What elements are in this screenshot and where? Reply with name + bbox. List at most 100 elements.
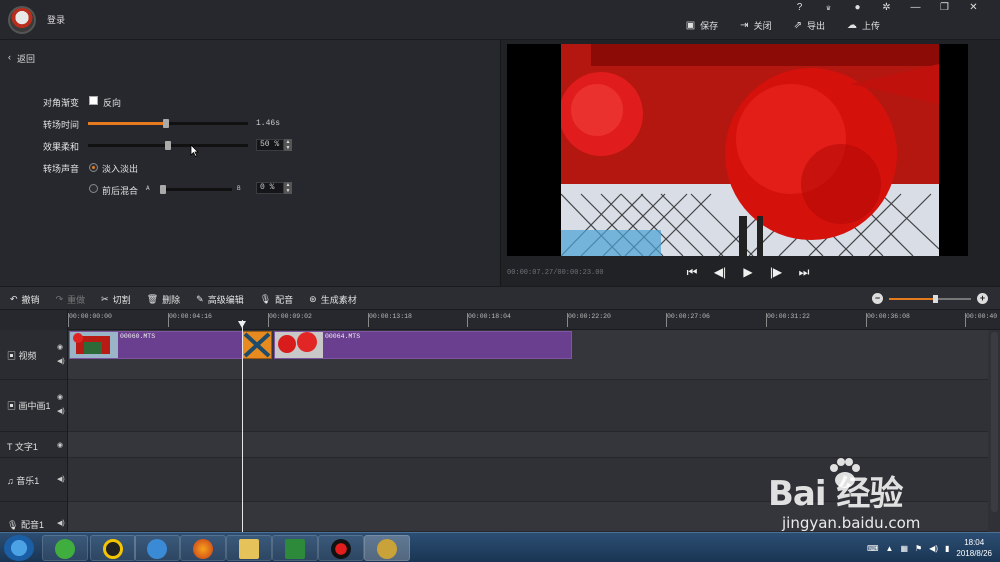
music-lane[interactable] xyxy=(68,458,988,502)
prev-frame-icon[interactable]: ◀| xyxy=(713,265,727,280)
diagonal-fade-label: 对角渐变 xyxy=(43,98,80,108)
trash-icon: 🗑 xyxy=(146,294,159,304)
eye-icon[interactable]: ◉ xyxy=(57,343,63,351)
softness-input[interactable]: 50 % xyxy=(256,139,284,151)
network-icon[interactable]: ▦ xyxy=(900,544,908,553)
track-dub[interactable]: 🎙 配音1 ◀) xyxy=(0,502,68,532)
taskbar-app[interactable] xyxy=(180,535,226,561)
save-button[interactable]: ▣ 保存 xyxy=(686,19,718,32)
track-video[interactable]: ▣ 视频 ◉ ◀) xyxy=(0,330,68,380)
minimize-icon[interactable]: — xyxy=(901,2,930,16)
video-clip-1[interactable]: 00060.MTS xyxy=(69,331,243,359)
ruler-tick: 00:00:04:16 xyxy=(168,313,212,327)
dub-lane[interactable] xyxy=(68,502,988,532)
skip-start-icon[interactable]: ⏮ xyxy=(685,265,699,280)
video-editor-app: 登录 ? ♛ ● ✲ — ❐ ✕ ▣ 保存 ⇥ 关闭 ⇗ 导出 ☁ 上传 ‹ 返… xyxy=(0,0,1000,562)
app-icon xyxy=(55,539,75,559)
mix-input[interactable]: 0 % xyxy=(256,182,284,194)
start-button[interactable] xyxy=(4,535,34,561)
zoom-thumb[interactable] xyxy=(933,294,938,303)
video-clip-2[interactable]: 00064.MTS xyxy=(274,331,572,359)
taskbar-clock[interactable]: 18:04 2018/8/26 xyxy=(956,537,992,559)
pencil-icon: ✎ xyxy=(196,294,204,304)
skip-end-icon[interactable]: ⏭ xyxy=(797,265,811,280)
film-reel-icon: ⊛ xyxy=(309,294,317,304)
softness-spinner[interactable]: ▲ ▼ xyxy=(284,139,292,151)
undo-icon: ↶ xyxy=(10,294,18,304)
transition-time-thumb[interactable] xyxy=(163,119,169,128)
help-icon[interactable]: ? xyxy=(785,2,814,16)
eye-icon[interactable]: ◉ xyxy=(57,441,63,449)
arrow-up-icon[interactable]: ▲ xyxy=(886,544,894,553)
upload-icon: ☁ xyxy=(846,20,857,31)
redo-button[interactable]: ↷ 重做 xyxy=(56,293,86,306)
bell-icon[interactable]: ● xyxy=(843,2,872,16)
speaker-icon[interactable]: ◀) xyxy=(57,475,65,483)
playhead[interactable] xyxy=(242,320,243,532)
mix-radio[interactable] xyxy=(89,184,98,193)
speaker-icon[interactable]: ◀) xyxy=(57,357,65,365)
gear-icon[interactable]: ✲ xyxy=(872,2,901,16)
taskbar-app[interactable] xyxy=(226,535,272,561)
softness-slider[interactable] xyxy=(88,141,248,150)
play-icon[interactable]: ▶ xyxy=(741,265,755,280)
keyboard-icon[interactable]: ⌨ xyxy=(867,544,879,553)
playhead-handle[interactable] xyxy=(238,321,246,328)
transition-time-slider[interactable] xyxy=(88,119,248,128)
mix-thumb[interactable] xyxy=(160,185,166,194)
volume-icon[interactable]: ◀) xyxy=(929,544,938,553)
login-link[interactable]: 登录 xyxy=(47,13,65,26)
export-label: 导出 xyxy=(806,21,825,31)
close-icon[interactable]: ✕ xyxy=(959,2,988,16)
delete-button[interactable]: 🗑 删除 xyxy=(147,293,180,306)
dub-button[interactable]: 🎙 配音 xyxy=(260,293,293,306)
close-project-button[interactable]: ⇥ 关闭 xyxy=(740,19,771,32)
clip-name: 00060.MTS xyxy=(120,333,156,340)
taskbar-app-active[interactable] xyxy=(364,535,410,561)
generate-label: 生成素材 xyxy=(320,295,357,305)
track-music[interactable]: ♫ 音乐1 ◀) xyxy=(0,458,68,502)
video-preview-screen[interactable] xyxy=(507,44,968,256)
taskbar-app[interactable] xyxy=(134,535,180,561)
time-ruler[interactable]: 00:00:00:00 00:00:04:16 00:00:09:02 00:0… xyxy=(68,310,1000,330)
zoom-in-icon[interactable]: + xyxy=(977,293,988,304)
taskbar-app[interactable] xyxy=(42,535,88,561)
cut-button[interactable]: ✂ 切割 xyxy=(101,293,131,306)
upload-button[interactable]: ☁ 上传 xyxy=(847,19,880,32)
track-pip[interactable]: ▣ 画中画1 ◉ ◀) xyxy=(0,380,68,432)
transition-marker[interactable] xyxy=(242,331,272,359)
transition-time-label: 转场时间 xyxy=(43,120,80,130)
reverse-checkbox[interactable] xyxy=(89,96,98,105)
video-lane[interactable]: 00060.MTS 00064.MTS xyxy=(68,330,988,380)
flag-icon[interactable]: ⚑ xyxy=(915,544,922,553)
generate-material-button[interactable]: ⊛ 生成素材 xyxy=(309,293,357,306)
taskbar-app[interactable] xyxy=(90,535,136,561)
taskbar-app[interactable] xyxy=(272,535,318,561)
text-lane[interactable] xyxy=(68,432,988,458)
eye-icon[interactable]: ◉ xyxy=(57,393,63,401)
next-frame-icon[interactable]: |▶ xyxy=(769,265,783,280)
signal-icon[interactable]: ▮ xyxy=(945,544,949,553)
ruler-tick: 00:00:36:08 xyxy=(866,313,910,327)
pip-lane[interactable] xyxy=(68,380,988,432)
firefox-icon xyxy=(193,539,213,559)
back-button[interactable]: ‹ 返回 xyxy=(8,52,35,65)
export-button[interactable]: ⇗ 导出 xyxy=(794,19,825,32)
advanced-edit-button[interactable]: ✎ 高级编辑 xyxy=(196,293,244,306)
zoom-out-icon[interactable]: − xyxy=(872,293,883,304)
taskbar-app[interactable] xyxy=(318,535,364,561)
dub-label: 配音 xyxy=(275,295,294,305)
mix-slider[interactable] xyxy=(160,185,232,194)
speaker-icon[interactable]: ◀) xyxy=(57,407,65,415)
mix-spinner[interactable]: ▲ ▼ xyxy=(284,182,292,194)
app-logo-icon[interactable] xyxy=(8,6,36,34)
track-text[interactable]: T 文字1 ◉ xyxy=(0,432,68,458)
zoom-slider[interactable] xyxy=(889,294,971,303)
softness-thumb[interactable] xyxy=(165,141,171,150)
undo-button[interactable]: ↶ 撤销 xyxy=(10,293,40,306)
vertical-scrollbar[interactable] xyxy=(991,332,998,512)
maximize-icon[interactable]: ❐ xyxy=(930,2,959,16)
vip-icon[interactable]: ♛ xyxy=(814,2,843,16)
fade-in-out-radio[interactable] xyxy=(89,163,98,172)
speaker-icon[interactable]: ◀) xyxy=(57,519,65,527)
